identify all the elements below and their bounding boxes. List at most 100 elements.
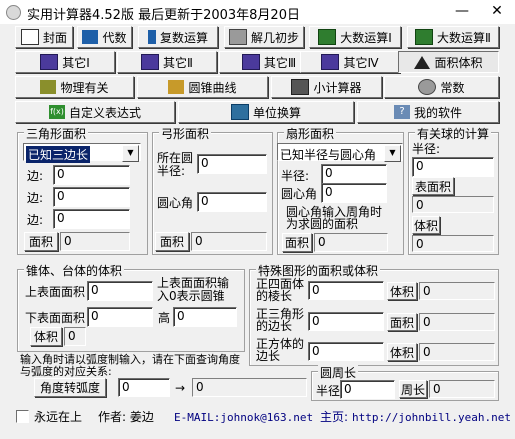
upper-area-label: 上表面面积: [25, 285, 86, 299]
tab-cover[interactable]: 封面: [15, 26, 73, 48]
algebra-icon: [82, 30, 99, 44]
sphere-radius-label: 半径:: [412, 142, 441, 156]
triangle-mode-select[interactable]: 已知三边长 ▼: [23, 143, 141, 163]
circumference-result: 0: [429, 380, 495, 398]
email-link[interactable]: E-MAIL:johnok@163.net: [174, 411, 313, 424]
select-value: 已知三边长: [26, 146, 91, 163]
sector-mode-select[interactable]: 已知半径与圆心角 ▼: [277, 143, 403, 162]
tab-label: 单位换算: [252, 105, 301, 120]
homepage-link[interactable]: http://johnbill.yeah.net: [352, 411, 511, 424]
equilateral-side-input[interactable]: 0: [308, 312, 384, 331]
tab-other-2[interactable]: 其它Ⅱ: [117, 51, 217, 73]
sector-angle-input[interactable]: 0: [321, 183, 387, 203]
tab-complex[interactable]: 复数运算: [138, 26, 218, 48]
group-title: 弓形面积: [159, 125, 212, 142]
frustum-volume-button[interactable]: 体积: [30, 327, 62, 346]
homepage-label: 主页:: [320, 410, 349, 424]
circumference-button[interactable]: 周长: [399, 380, 427, 398]
sphere-radius-input[interactable]: 0: [412, 157, 494, 177]
tab-label: 解几初步: [250, 30, 299, 45]
tab-label: 圆锥曲线: [188, 80, 237, 95]
degree-input[interactable]: 0: [118, 378, 170, 397]
tab-label: 常数: [440, 80, 465, 95]
other-icon: [241, 54, 260, 70]
constants-icon: [418, 79, 437, 95]
bignum-icon: [415, 29, 434, 45]
tab-bignum-1[interactable]: 大数运算Ⅰ: [309, 26, 401, 48]
tab-label: 其它Ⅱ: [163, 55, 193, 70]
lower-area-label: 下表面面积: [25, 311, 86, 325]
sphere-volume-result: 0: [412, 235, 494, 252]
conic-icon: [168, 80, 185, 94]
height-label: 高: [158, 311, 171, 325]
minimize-button[interactable]: —: [445, 0, 479, 24]
tab-label: 自定义表达式: [68, 105, 141, 120]
side-c-input[interactable]: 0: [53, 209, 130, 229]
sector-radius-input[interactable]: 0: [321, 164, 387, 184]
sector-area-result: 0: [314, 233, 388, 252]
tab-label: 物理有关: [60, 80, 109, 95]
bow-angle-input[interactable]: 0: [197, 192, 267, 212]
bow-radius-input[interactable]: 0: [197, 154, 267, 174]
tab-label: 面积体积: [434, 55, 483, 70]
tab-label: 其它Ⅲ: [263, 55, 297, 70]
tab-my-software[interactable]: ? 我的软件: [357, 101, 499, 123]
tab-label: 代数: [102, 30, 127, 45]
tab-bignum-2[interactable]: 大数运算Ⅱ: [407, 26, 499, 48]
radian-note: 输入角时请以弧度制输入，请在下面查询角度与弧度的对应关系:: [20, 353, 240, 378]
tetrahedron-edge-input[interactable]: 0: [308, 281, 384, 300]
group-title: 扇形面积: [284, 125, 337, 142]
other-icon: [40, 54, 59, 70]
tab-label: 大数运算Ⅰ: [340, 30, 392, 45]
height-input[interactable]: 0: [173, 307, 237, 327]
tab-label: 我的软件: [413, 105, 462, 120]
circle-radius-input[interactable]: 0: [340, 380, 395, 399]
side-b-input[interactable]: 0: [53, 187, 130, 207]
tab-custom-expression[interactable]: f(x) 自定义表达式: [15, 101, 175, 123]
tab-analytic-geometry[interactable]: 解几初步: [224, 26, 304, 48]
sphere-surface-area-button[interactable]: 表面积: [412, 177, 454, 195]
tab-algebra[interactable]: 代数: [77, 26, 132, 48]
circle-radius-label: 半径: [316, 384, 341, 398]
bow-area-button[interactable]: 面积: [155, 232, 189, 251]
triangle-area-button[interactable]: 面积: [24, 232, 58, 251]
tab-label: 大数运算Ⅱ: [437, 30, 491, 45]
tab-physics[interactable]: 物理有关: [15, 76, 134, 98]
bignum-icon: [318, 29, 337, 45]
group-title: 三角形面积: [24, 125, 89, 142]
group-title: 锥体、台体的体积: [24, 262, 125, 279]
tab-area-volume[interactable]: 面积体积: [398, 51, 499, 73]
cube-edge-input[interactable]: 0: [308, 342, 384, 361]
tab-other-1[interactable]: 其它Ⅰ: [15, 51, 115, 73]
complex-icon: [147, 30, 156, 44]
sphere-volume-button[interactable]: 体积: [412, 216, 440, 234]
tab-label: 其它Ⅳ: [343, 55, 379, 70]
axes-icon: [228, 29, 247, 45]
tab-mini-calculator[interactable]: 小计算器: [271, 76, 382, 98]
tab-label: 小计算器: [313, 80, 362, 95]
upper-area-input[interactable]: 0: [87, 281, 153, 301]
tetrahedron-volume-button[interactable]: 体积: [387, 282, 417, 300]
chevron-down-icon[interactable]: ▼: [384, 145, 401, 162]
equilateral-area-button[interactable]: 面积: [387, 313, 417, 331]
tab-other-4[interactable]: 其它Ⅳ: [300, 51, 400, 73]
side-a-label: 边:: [27, 169, 44, 183]
tab-unit-conversion[interactable]: 单位换算: [178, 101, 354, 123]
side-a-input[interactable]: 0: [53, 165, 130, 185]
close-button[interactable]: ✕: [480, 0, 514, 24]
chevron-down-icon[interactable]: ▼: [122, 145, 139, 162]
cube-volume-button[interactable]: 体积: [387, 343, 417, 361]
always-on-top-checkbox[interactable]: [16, 410, 29, 423]
sector-radius-label: 半径:: [281, 169, 310, 183]
select-value: 已知半径与圆心角: [280, 148, 377, 162]
side-c-label: 边:: [27, 213, 44, 227]
degree-to-radian-button[interactable]: 角度转弧度: [34, 378, 106, 397]
sector-area-button[interactable]: 面积: [282, 233, 312, 252]
conversion-icon: [230, 104, 249, 120]
lower-area-input[interactable]: 0: [87, 307, 153, 327]
author-label: 作者: 姜边: [98, 410, 154, 424]
frustum-hint: 上表面面积输入0表示圆锥: [157, 276, 230, 303]
group-title: 有关球的计算: [415, 125, 492, 142]
tab-constants[interactable]: 常数: [384, 76, 499, 98]
tab-conic[interactable]: 圆锥曲线: [137, 76, 268, 98]
